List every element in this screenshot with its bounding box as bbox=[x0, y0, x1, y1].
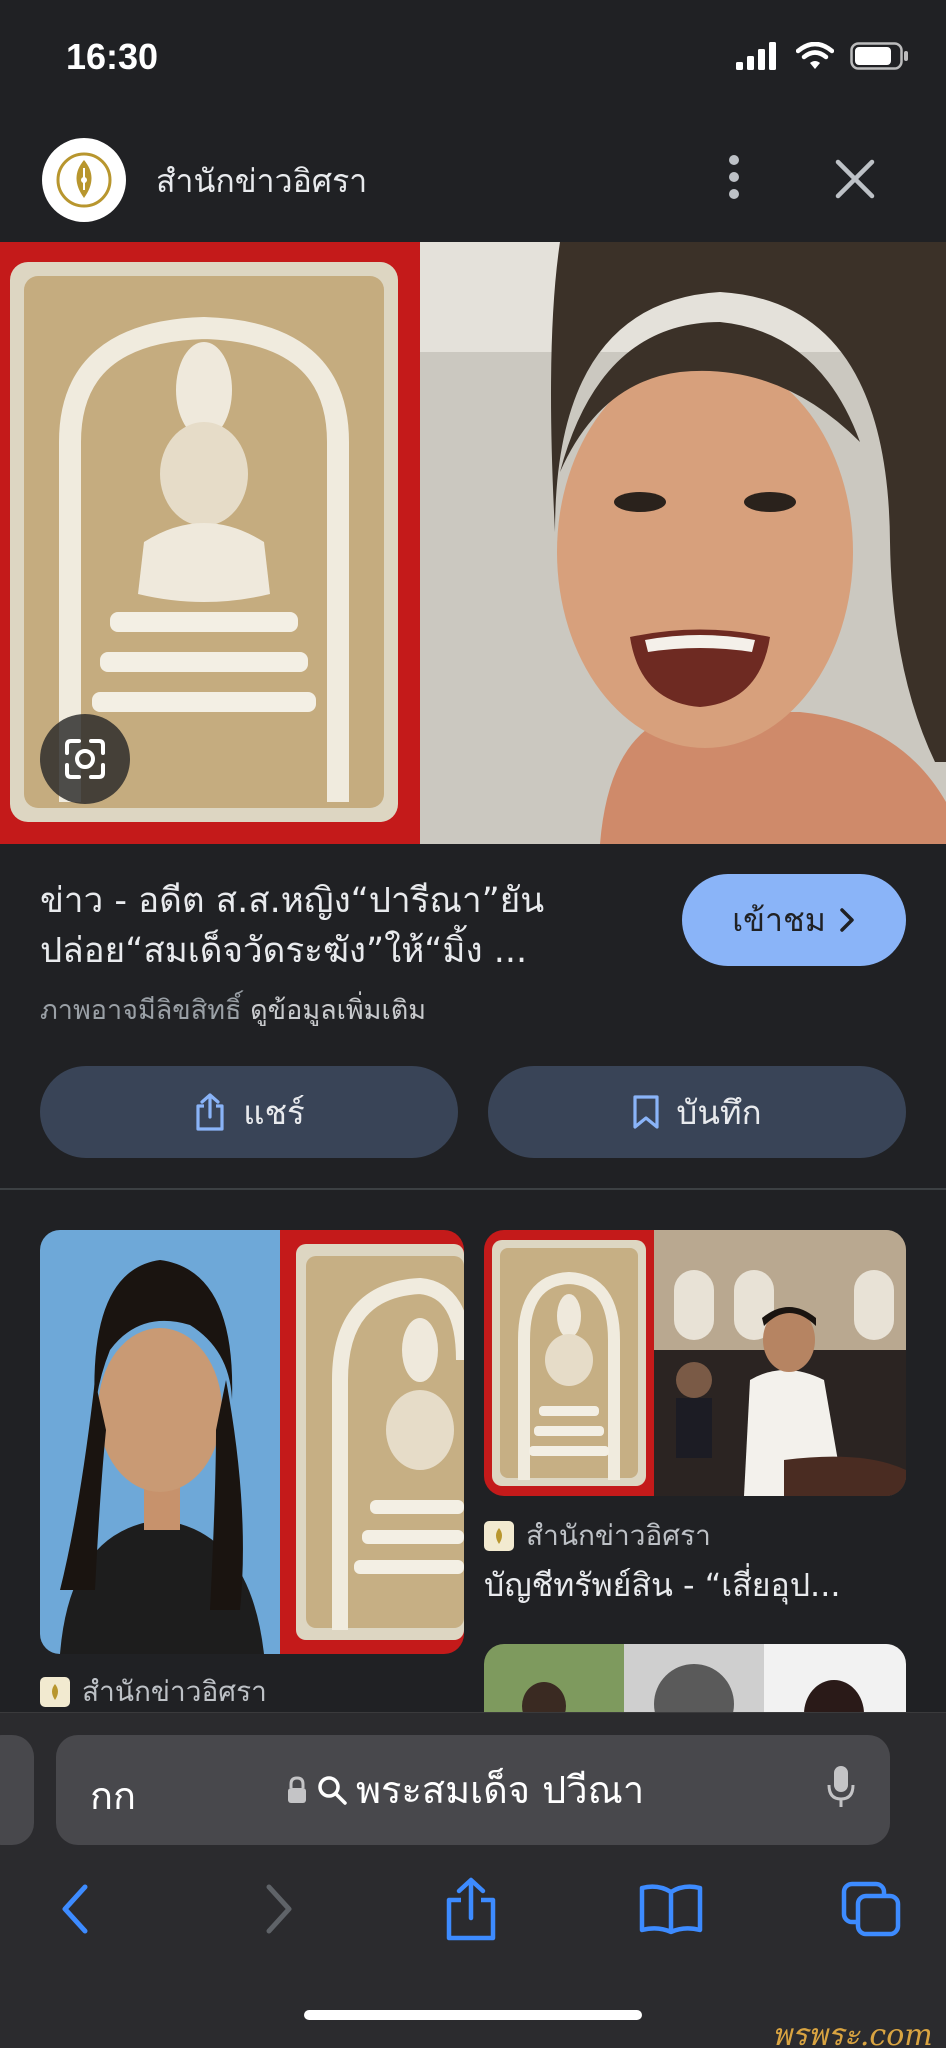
share-button[interactable]: แชร์ bbox=[40, 1066, 458, 1158]
home-indicator bbox=[304, 2010, 642, 2020]
lock-icon bbox=[288, 1775, 306, 1803]
battery-icon bbox=[850, 42, 908, 70]
visit-button-label: เข้าชม bbox=[732, 900, 826, 939]
share-label: แชร์ bbox=[243, 1092, 305, 1132]
section-divider bbox=[0, 1188, 946, 1190]
share-icon bbox=[446, 1877, 496, 1941]
related-source-1: สำนักข่าวอิศรา bbox=[40, 1670, 267, 1714]
main-image[interactable] bbox=[0, 242, 946, 844]
chevron-right-icon bbox=[840, 908, 854, 932]
save-button[interactable]: บันทึก bbox=[488, 1066, 906, 1158]
amulet-and-official-photo bbox=[484, 1230, 906, 1496]
cellular-signal-icon bbox=[736, 42, 776, 70]
status-bar: 16:30 bbox=[0, 0, 946, 120]
copyright-text: ภาพอาจมีลิขสิทธิ์ bbox=[40, 995, 242, 1026]
search-icon bbox=[318, 1775, 347, 1805]
collage-photo bbox=[484, 1644, 906, 1714]
forward-button[interactable] bbox=[244, 1874, 314, 1944]
bookmark-icon bbox=[633, 1095, 659, 1129]
site-logo bbox=[42, 138, 126, 222]
result-title[interactable]: ข่าว - อดีต ส.ส.หญิง“ปารีณา”ยัน ปล่อย“สม… bbox=[40, 876, 640, 976]
related-source-2: สำนักข่าวอิศรา bbox=[484, 1514, 711, 1558]
source-name: สำนักข่าวอิศรา bbox=[82, 1675, 267, 1708]
tabs-button[interactable] bbox=[836, 1874, 906, 1944]
address-content: พระสมเด็จ ปวีณา bbox=[286, 1759, 644, 1820]
visual-search-button[interactable] bbox=[40, 714, 130, 804]
save-label: บันทึก bbox=[676, 1092, 762, 1132]
related-image-card[interactable] bbox=[484, 1644, 906, 1714]
share-page-button[interactable] bbox=[436, 1874, 506, 1944]
chevron-right-icon bbox=[266, 1884, 292, 1934]
share-icon bbox=[196, 1093, 224, 1131]
close-button[interactable] bbox=[832, 156, 878, 202]
related-image-card[interactable] bbox=[40, 1230, 464, 1654]
lens-camera-icon bbox=[65, 739, 105, 779]
site-header: สำนักข่าวอิศรา bbox=[0, 120, 946, 242]
result-title-line-2: ปล่อย“สมเด็จวัดระฆัง”ให้“มิ้ง ... bbox=[40, 931, 528, 971]
wifi-icon bbox=[796, 42, 834, 69]
close-icon bbox=[835, 159, 875, 199]
source-logo-icon bbox=[40, 1677, 70, 1707]
open-book-icon bbox=[639, 1884, 703, 1935]
related-title-2[interactable]: บัญชีทรัพย์สิน - “เสี่ยอุป... bbox=[484, 1560, 841, 1611]
back-button[interactable] bbox=[40, 1874, 110, 1944]
address-text: พระสมเด็จ ปวีณา bbox=[356, 1768, 645, 1812]
voice-search-button[interactable] bbox=[826, 1763, 856, 1815]
bookmarks-button[interactable] bbox=[636, 1874, 706, 1944]
address-bar[interactable]: กก พระสมเด็จ ปวีณา bbox=[56, 1735, 890, 1845]
result-title-line-1: ข่าว - อดีต ส.ส.หญิง“ปารีณา”ยัน bbox=[40, 881, 545, 921]
status-icons bbox=[736, 42, 910, 70]
related-image-card[interactable] bbox=[484, 1230, 906, 1496]
tabs-icon bbox=[841, 1881, 901, 1937]
page-menu-button[interactable]: กก bbox=[90, 1765, 136, 1826]
portrait-and-amulet-photo bbox=[40, 1230, 464, 1654]
more-info-link[interactable]: ดูข้อมูลเพิ่มเติม bbox=[250, 995, 426, 1026]
microphone-icon bbox=[827, 1766, 855, 1807]
site-name: สำนักข่าวอิศรา bbox=[156, 162, 368, 200]
copyright-notice: ภาพอาจมีลิขสิทธิ์ ดูข้อมูลเพิ่มเติม bbox=[40, 988, 426, 1031]
source-name: สำนักข่าวอิศรา bbox=[526, 1519, 711, 1552]
more-vertical-icon bbox=[729, 155, 739, 199]
pen-nib-logo-icon bbox=[56, 152, 112, 208]
more-options-button[interactable] bbox=[722, 152, 746, 202]
previous-tab-preview[interactable] bbox=[0, 1735, 34, 1845]
chevron-left-icon bbox=[62, 1884, 88, 1934]
status-time: 16:30 bbox=[66, 36, 159, 77]
source-logo-icon bbox=[484, 1521, 514, 1551]
visit-button[interactable]: เข้าชม bbox=[682, 874, 906, 966]
amulet-and-portrait-photo bbox=[0, 242, 946, 844]
watermark: พรพระ.com bbox=[772, 2018, 933, 2048]
